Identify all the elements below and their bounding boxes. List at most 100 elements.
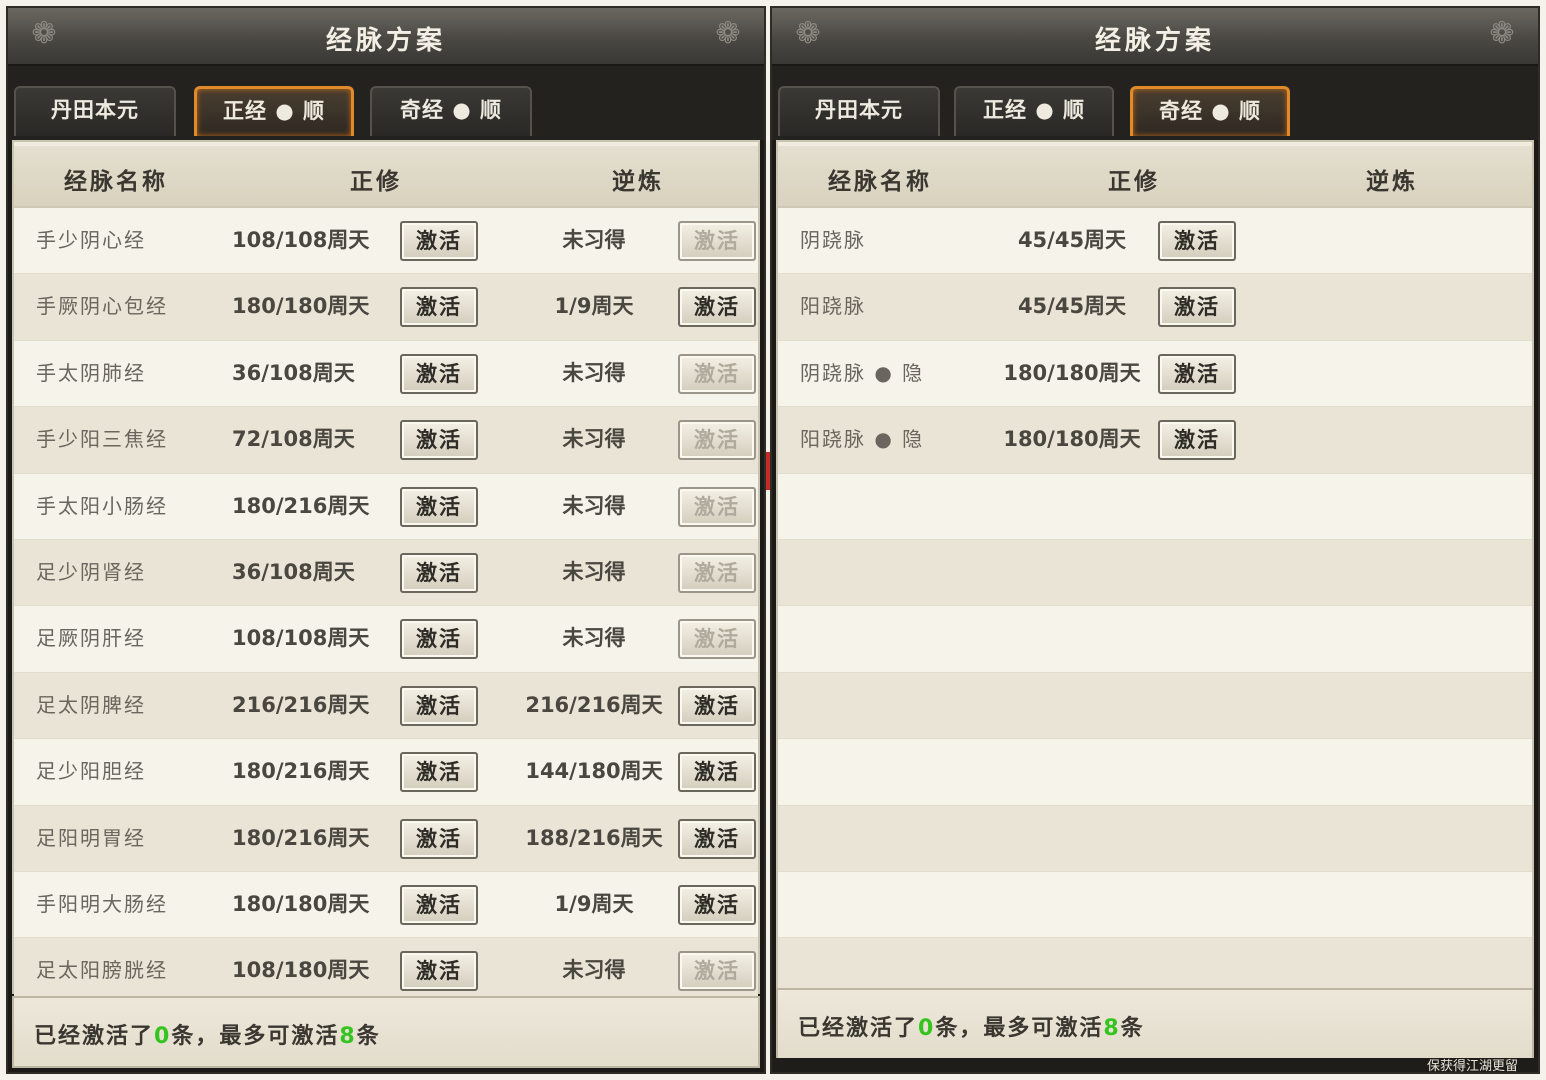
main-progress: 45/45周天 [1017,228,1127,252]
tab-dantian[interactable]: 丹田本元 [778,86,940,136]
header-name: 经脉名称 [828,169,932,195]
activate-reverse-button[interactable]: 激活 [678,884,756,925]
tab-bar: 丹田本元 正经 ● 顺 奇经 ● 顺 [8,66,764,140]
reverse-progress: 未习得 [562,427,626,452]
main-progress: 180/180周天 [232,294,370,319]
status-footer: 已经激活了0条，最多可激活8条 [12,996,760,1068]
activate-main-button[interactable]: 激活 [400,685,478,726]
main-progress: 180/180周天 [1003,360,1141,385]
meridian-plan-window-right: ❁ 经脉方案 ❁ 丹田本元 正经 ● 顺 奇经 ● 顺 经脉名称 正修 逆炼 阴… [770,6,1540,1074]
meridian-name: 足厥阴肝经 [36,626,146,651]
table-row: 阳跷脉 45/45周天 激活 [778,274,1532,341]
status-prefix: 已经激活了 [34,1024,155,1049]
status-suffix: 条 [356,1024,381,1049]
active-count: 0 [918,1016,936,1041]
meridian-name: 阳跷脉 ● 隐 [800,427,925,452]
screenshot-stage: ❁ 经脉方案 ❁ 丹田本元 正经 ● 顺 奇经 ● 顺 经脉名称 正修 逆炼 手… [0,0,1546,1080]
meridian-plan-window-left: ❁ 经脉方案 ❁ 丹田本元 正经 ● 顺 奇经 ● 顺 经脉名称 正修 逆炼 手… [6,6,766,1074]
tab-bar: 丹田本元 正经 ● 顺 奇经 ● 顺 [772,66,1538,140]
main-progress: 180/216周天 [232,825,370,850]
main-progress: 36/108周天 [232,360,355,385]
main-progress: 72/108周天 [232,427,355,452]
activation-status: 已经激活了0条，最多可激活8条 [798,1010,1145,1042]
activate-main-button[interactable]: 激活 [400,951,478,992]
activate-reverse-button[interactable]: 激活 [678,752,756,793]
activate-main-button[interactable]: 激活 [1158,420,1236,461]
table-row: 足太阴脾经 216/216周天 激活 216/216周天 激活 [14,672,758,740]
max-count: 8 [1103,1016,1121,1041]
header-reverse: 逆炼 [1366,169,1418,195]
background-caption: 保获得江湖更留 [772,1058,1538,1072]
main-progress: 108/108周天 [232,626,370,651]
main-progress: 180/180周天 [232,891,370,916]
tab-main-meridians[interactable]: 正经 ● 顺 [194,86,354,136]
activate-main-button[interactable]: 激活 [400,884,478,925]
header-main: 正修 [350,169,402,195]
activate-reverse-button[interactable]: 激活 [678,420,756,461]
activate-main-button[interactable]: 激活 [1158,287,1236,328]
activate-reverse-button[interactable]: 激活 [678,486,756,527]
activate-main-button[interactable]: 激活 [400,752,478,793]
activate-reverse-button[interactable]: 激活 [678,685,756,726]
reverse-progress: 144/180周天 [525,759,663,784]
table-rows: 手少阴心经 108/108周天 激活 未习得 激活 手厥阴心包经 180/180周天 激活 1/… [14,208,758,1005]
activate-reverse-button[interactable]: 激活 [678,619,756,660]
header-main: 正修 [1108,169,1160,195]
main-progress: 108/180周天 [232,958,370,983]
status-prefix: 已经激活了 [798,1016,919,1041]
activate-main-button[interactable]: 激活 [400,353,478,394]
activate-reverse-button[interactable]: 激活 [678,818,756,859]
meridian-name: 足太阳膀胱经 [36,958,168,983]
tab-main-meridians[interactable]: 正经 ● 顺 [954,86,1114,136]
reverse-progress: 未习得 [562,559,626,584]
reverse-progress: 188/216周天 [525,825,663,850]
status-suffix: 条 [1120,1016,1145,1041]
table-header: 经脉名称 正修 逆炼 [14,146,758,208]
title-bar: ❁ 经脉方案 ❁ [772,8,1538,66]
activate-main-button[interactable]: 激活 [400,552,478,593]
table-row: 足少阳胆经 180/216周天 激活 144/180周天 激活 [14,739,758,806]
empty-row [778,672,1532,740]
meridian-name: 阴跷脉 [800,228,866,252]
tab-extra-meridians[interactable]: 奇经 ● 顺 [370,86,532,136]
empty-row [778,473,1532,540]
activate-main-button[interactable]: 激活 [1158,221,1236,261]
header-name: 经脉名称 [64,169,168,195]
tab-extra-meridians[interactable]: 奇经 ● 顺 [1130,86,1290,136]
table-row: 手太阳小肠经 180/216周天 激活 未习得 激活 [14,473,758,540]
meridian-name: 阳跷脉 [800,294,866,319]
header-reverse: 逆炼 [612,169,664,195]
table-row: 手太阴肺经 36/108周天 激活 未习得 激活 [14,340,758,408]
meridian-name: 手少阳三焦经 [36,427,168,452]
meridian-name: 手厥阴心包经 [36,294,168,319]
empty-row [778,739,1532,806]
main-progress: 45/45周天 [1017,294,1127,319]
max-count: 8 [339,1024,357,1049]
cloud-swirl-icon: ❁ [715,16,741,51]
activate-reverse-button[interactable]: 激活 [678,221,756,261]
empty-row [778,606,1532,673]
reverse-progress: 未习得 [562,958,626,983]
activate-main-button[interactable]: 激活 [400,486,478,527]
reverse-progress: 未习得 [562,626,626,651]
main-progress: 36/108周天 [232,559,355,584]
activate-main-button[interactable]: 激活 [400,818,478,859]
activate-reverse-button[interactable]: 激活 [678,951,756,992]
tab-dantian[interactable]: 丹田本元 [14,86,176,136]
activate-main-button[interactable]: 激活 [400,420,478,461]
activate-reverse-button[interactable]: 激活 [678,552,756,593]
activate-reverse-button[interactable]: 激活 [678,287,756,328]
activate-main-button[interactable]: 激活 [400,221,478,261]
main-progress: 180/216周天 [232,759,370,784]
meridian-name: 手少阴心经 [36,228,146,252]
activate-main-button[interactable]: 激活 [400,619,478,660]
activate-reverse-button[interactable]: 激活 [678,353,756,394]
meridian-name: 手太阳小肠经 [36,493,168,518]
empty-row [778,805,1532,872]
meridian-table: 经脉名称 正修 逆炼 手少阴心经 108/108周天 激活 未习得 激活 手厥阴心包经 18… [12,140,760,1005]
activation-status: 已经激活了0条，最多可激活8条 [34,1018,381,1050]
activate-main-button[interactable]: 激活 [1158,353,1236,394]
activate-main-button[interactable]: 激活 [400,287,478,328]
reverse-progress: 1/9周天 [554,891,634,916]
reverse-progress: 未习得 [562,228,626,252]
